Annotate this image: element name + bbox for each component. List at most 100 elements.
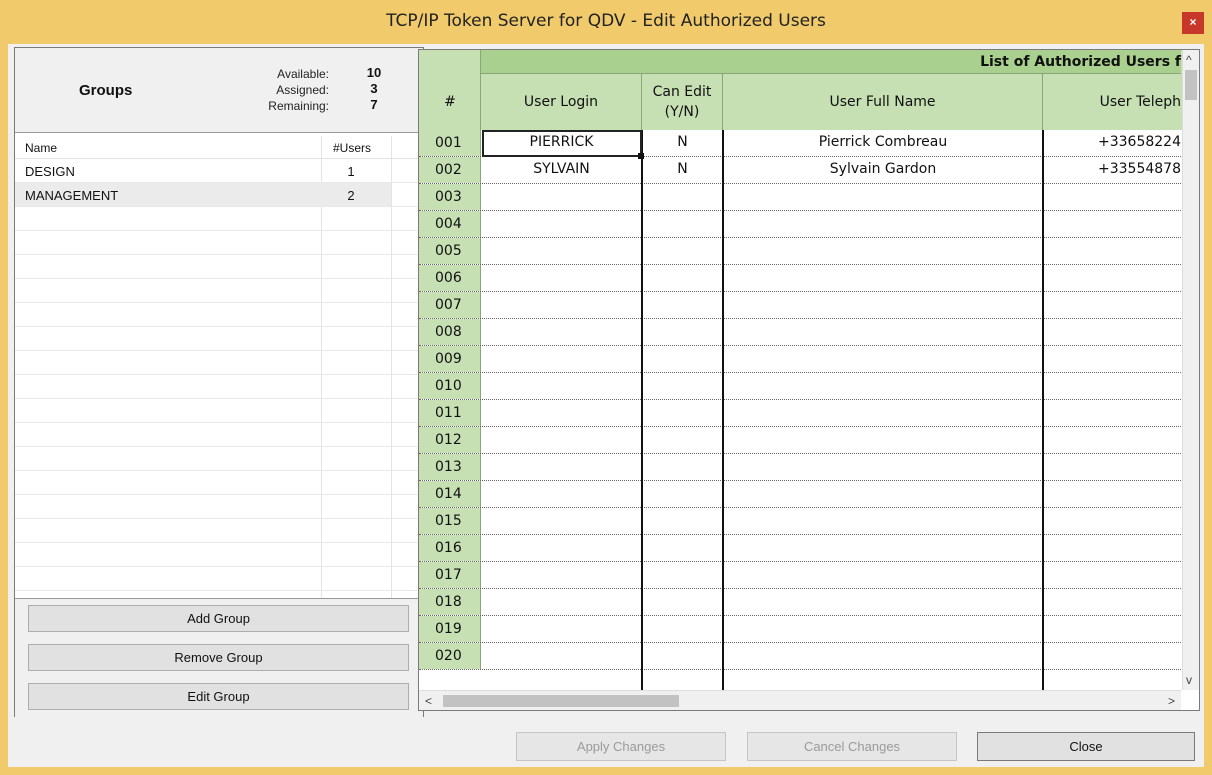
user-login-cell[interactable] [481,481,642,507]
user-telephone-cell[interactable] [1043,481,1181,507]
user-login-cell[interactable] [481,562,642,588]
user-full-name-cell[interactable] [723,589,1043,615]
row-number[interactable]: 016 [419,535,481,561]
user-login-cell[interactable] [481,454,642,480]
user-full-name-cell[interactable] [723,535,1043,561]
table-row[interactable]: 009 [419,346,1181,373]
scroll-up-icon[interactable]: ^ [1186,52,1192,68]
can-edit-cell[interactable] [642,427,723,453]
row-number[interactable]: 015 [419,508,481,534]
can-edit-cell[interactable] [642,643,723,669]
user-telephone-cell[interactable] [1043,535,1181,561]
table-row[interactable]: 010 [419,373,1181,400]
row-number[interactable]: 001 [419,130,481,156]
vertical-scroll-thumb[interactable] [1185,70,1197,100]
table-row[interactable]: 015 [419,508,1181,535]
row-number[interactable]: 004 [419,211,481,237]
can-edit-cell[interactable] [642,535,723,561]
user-full-name-cell[interactable] [723,373,1043,399]
authorized-users-grid[interactable]: List of Authorized Users f # User Login … [418,49,1200,711]
can-edit-cell[interactable] [642,346,723,372]
user-full-name-cell[interactable] [723,616,1043,642]
table-row[interactable]: 011 [419,400,1181,427]
scroll-right-icon[interactable]: > [1168,693,1175,709]
can-edit-cell[interactable] [642,481,723,507]
user-telephone-cell[interactable] [1043,562,1181,588]
user-full-name-cell[interactable]: Sylvain Gardon [723,157,1043,183]
user-login-cell[interactable] [481,535,642,561]
can-edit-cell[interactable]: N [642,130,723,156]
table-row[interactable]: 018 [419,589,1181,616]
user-login-cell[interactable] [481,400,642,426]
user-telephone-cell[interactable] [1043,292,1181,318]
user-telephone-cell[interactable] [1043,427,1181,453]
can-edit-cell[interactable] [642,184,723,210]
column-header-user-full-name[interactable]: User Full Name [723,74,1043,130]
user-full-name-cell[interactable] [723,319,1043,345]
user-login-cell[interactable] [481,346,642,372]
user-full-name-cell[interactable] [723,184,1043,210]
table-row[interactable]: 002 SYLVAIN N Sylvain Gardon +33554878 [419,157,1181,184]
user-login-cell[interactable] [481,373,642,399]
user-telephone-cell[interactable] [1043,643,1181,669]
user-telephone-cell[interactable] [1043,211,1181,237]
user-login-cell[interactable] [481,184,642,210]
fill-handle[interactable] [638,153,644,159]
close-window-button[interactable]: × [1182,12,1204,34]
row-number[interactable]: 005 [419,238,481,264]
can-edit-cell[interactable] [642,589,723,615]
edit-group-button[interactable]: Edit Group [28,683,409,710]
user-full-name-cell[interactable] [723,427,1043,453]
row-number[interactable]: 009 [419,346,481,372]
user-telephone-cell[interactable]: +33554878 [1043,157,1181,183]
row-number[interactable]: 007 [419,292,481,318]
column-header-can-edit[interactable]: Can Edit (Y/N) [642,74,723,130]
user-full-name-cell[interactable] [723,562,1043,588]
table-row[interactable]: 020 [419,643,1181,670]
table-row[interactable]: 019 [419,616,1181,643]
user-login-cell[interactable] [481,643,642,669]
table-row[interactable]: 008 [419,319,1181,346]
user-full-name-cell[interactable]: Pierrick Combreau [723,130,1043,156]
table-row[interactable]: 014 [419,481,1181,508]
can-edit-cell[interactable] [642,454,723,480]
column-header-users[interactable]: #Users [333,141,371,155]
user-login-cell[interactable] [481,508,642,534]
row-number[interactable]: 018 [419,589,481,615]
user-telephone-cell[interactable]: +33658224 [1043,130,1181,156]
user-login-cell[interactable] [481,319,642,345]
close-button[interactable]: Close [977,732,1195,761]
can-edit-cell[interactable]: N [642,157,723,183]
table-row[interactable]: 012 [419,427,1181,454]
scroll-down-icon[interactable]: v [1186,672,1192,688]
user-telephone-cell[interactable] [1043,238,1181,264]
row-number[interactable]: 013 [419,454,481,480]
user-telephone-cell[interactable] [1043,346,1181,372]
user-login-cell[interactable]: SYLVAIN [481,157,642,183]
user-login-cell[interactable] [481,589,642,615]
table-row[interactable]: 017 [419,562,1181,589]
user-full-name-cell[interactable] [723,211,1043,237]
remove-group-button[interactable]: Remove Group [28,644,409,671]
user-telephone-cell[interactable] [1043,616,1181,642]
user-telephone-cell[interactable] [1043,373,1181,399]
vertical-scrollbar[interactable]: ^ v [1182,50,1199,690]
user-full-name-cell[interactable] [723,346,1043,372]
can-edit-cell[interactable] [642,508,723,534]
group-row-design[interactable]: DESIGN 1 [15,159,423,183]
user-telephone-cell[interactable] [1043,508,1181,534]
row-number[interactable]: 017 [419,562,481,588]
cancel-changes-button[interactable]: Cancel Changes [747,732,957,761]
horizontal-scrollbar[interactable]: < > [419,690,1181,710]
can-edit-cell[interactable] [642,238,723,264]
can-edit-cell[interactable] [642,616,723,642]
can-edit-cell[interactable] [642,562,723,588]
table-row[interactable]: 013 [419,454,1181,481]
row-number[interactable]: 010 [419,373,481,399]
table-row[interactable]: 007 [419,292,1181,319]
user-login-cell[interactable] [481,211,642,237]
user-login-cell[interactable] [481,238,642,264]
user-telephone-cell[interactable] [1043,184,1181,210]
user-full-name-cell[interactable] [723,265,1043,291]
user-full-name-cell[interactable] [723,292,1043,318]
